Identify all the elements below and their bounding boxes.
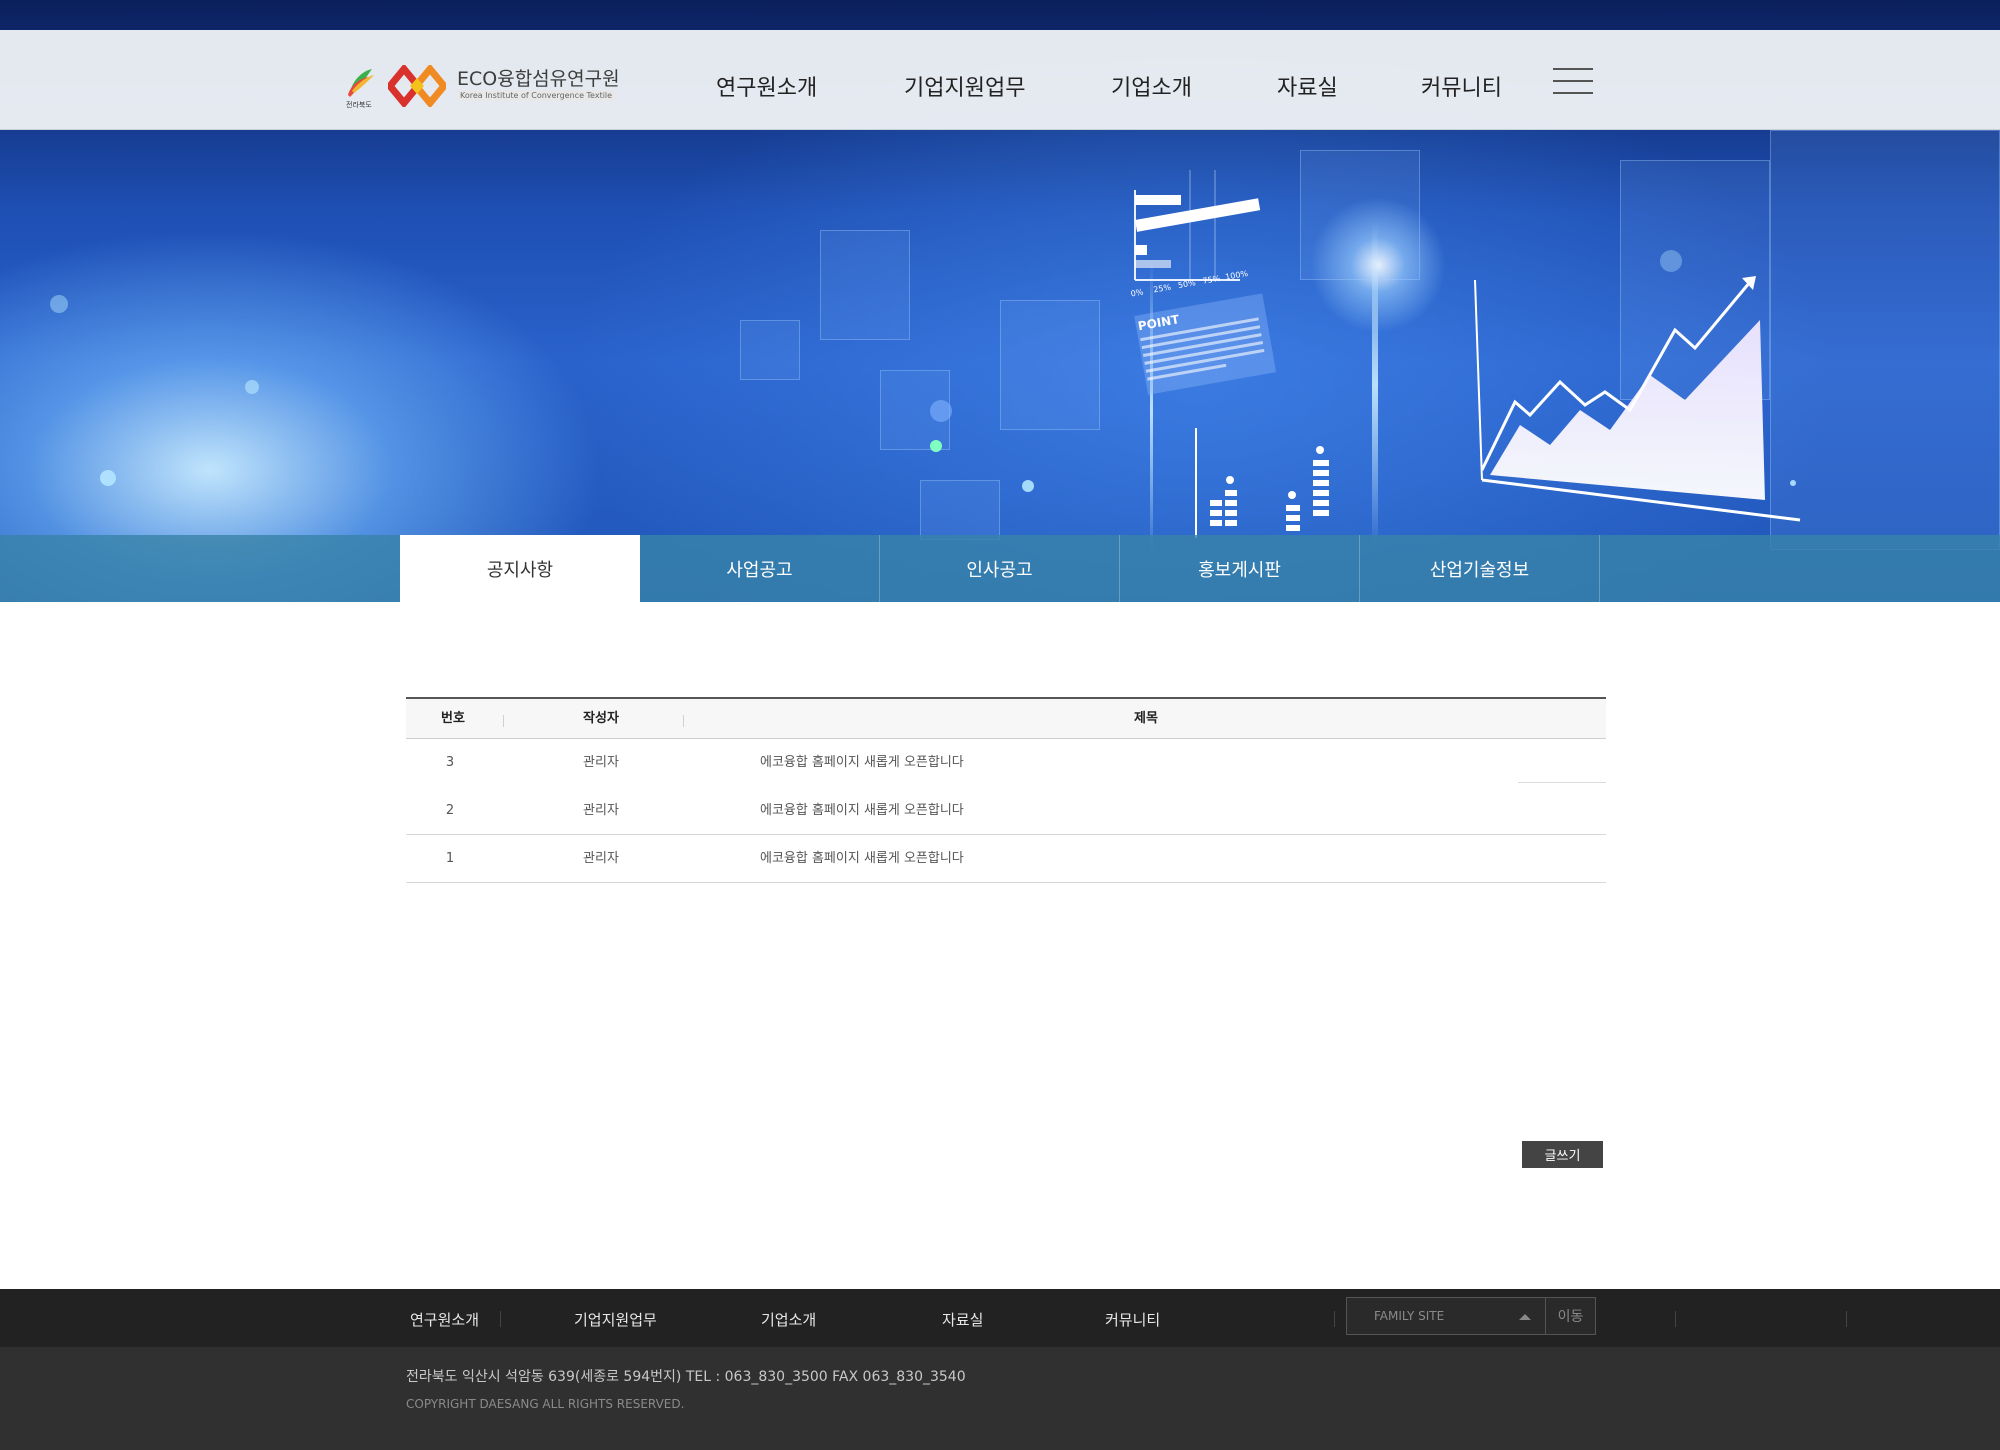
- footer-link-business-support[interactable]: 기업지원업무: [574, 1309, 657, 1330]
- logo-title: ECO융합섬유연구원: [457, 68, 620, 90]
- row-number: 3: [445, 755, 455, 770]
- table-header: 번호 작성자 제목: [406, 697, 1606, 739]
- bokeh-dot: [100, 470, 116, 486]
- footer-link-archive[interactable]: 자료실: [942, 1309, 983, 1330]
- jeonbuk-logo-icon: 전라북도: [346, 69, 374, 109]
- row-divider: [1518, 782, 1606, 783]
- footer-divider: [1334, 1311, 1335, 1327]
- footer-info: 전라북도 익산시 석암동 639(세종로 594번지) TEL : 063_83…: [0, 1347, 2000, 1450]
- family-site-select[interactable]: FAMILY SITE: [1346, 1297, 1546, 1335]
- tab-recruitment[interactable]: 인사공고: [880, 535, 1120, 602]
- tab-business-notice[interactable]: 사업공고: [640, 535, 880, 602]
- footer-divider: [1846, 1311, 1847, 1327]
- tick-0: 0%: [1130, 287, 1144, 298]
- row-title-link[interactable]: 에코융합 홈페이지 새롭게 오픈합니다: [760, 835, 964, 883]
- row-title-link[interactable]: 에코융합 홈페이지 새롭게 오픈합니다: [760, 787, 964, 835]
- logo-subtitle: Korea Institute of Convergence Textile: [457, 90, 616, 101]
- row-number: 2: [445, 803, 455, 818]
- tick-25: 25%: [1153, 282, 1172, 294]
- hero-stacks: [1195, 428, 1329, 538]
- footer-divider: [1675, 1311, 1676, 1327]
- hero-panel: [820, 230, 910, 340]
- bokeh-dot: [930, 400, 952, 422]
- footer-link-community[interactable]: 커뮤니티: [1105, 1309, 1160, 1330]
- footer-link-company[interactable]: 기업소개: [761, 1309, 816, 1330]
- family-site-label: FAMILY SITE: [1374, 1309, 1445, 1323]
- bokeh-dot: [245, 380, 259, 394]
- top-navigation-bar: 전라북도 ECO융합섬유연구원 Korea Institute of Conve…: [0, 30, 2000, 130]
- site-logo[interactable]: 전라북도 ECO융합섬유연구원 Korea Institute of Conve…: [344, 63, 620, 109]
- table-row[interactable]: 2 관리자 에코융합 홈페이지 새롭게 오픈합니다: [406, 787, 1606, 835]
- header-title: 제목: [1134, 711, 1158, 726]
- footer-divider: [500, 1311, 501, 1327]
- footer-copyright: COPYRIGHT DAESANG ALL RIGHTS RESERVED.: [406, 1397, 685, 1411]
- row-title-link[interactable]: 에코융합 홈페이지 새롭게 오픈합니다: [760, 739, 964, 787]
- tick-75: 75%: [1202, 274, 1221, 286]
- bokeh-dot: [50, 295, 68, 313]
- bokeh-dot: [930, 440, 942, 452]
- header-writer: 작성자: [583, 711, 619, 726]
- bokeh-dot: [1022, 480, 1034, 492]
- tab-notice[interactable]: 공지사항: [400, 535, 640, 602]
- hero-point-card: POINT: [1134, 293, 1277, 395]
- footer-address: 전라북도 익산시 석암동 639(세종로 594번지) TEL : 063_83…: [406, 1369, 966, 1385]
- menu-item-archive[interactable]: 자료실: [1277, 70, 1338, 102]
- notice-board-table: 번호 작성자 제목 3 관리자 에코융합 홈페이지 새롭게 오픈합니다 2 관리…: [406, 697, 1606, 883]
- footer-link-about[interactable]: 연구원소개: [410, 1309, 479, 1330]
- row-writer: 관리자: [583, 803, 619, 818]
- menu-item-company[interactable]: 기업소개: [1111, 70, 1192, 102]
- write-button[interactable]: 글쓰기: [1522, 1141, 1603, 1168]
- row-writer: 관리자: [583, 851, 619, 866]
- hero-bar-chart: [1134, 170, 1261, 281]
- caret-up-icon: [1519, 1314, 1531, 1320]
- header-divider: [503, 715, 504, 727]
- tick-50: 50%: [1177, 278, 1196, 290]
- footer-navigation: 연구원소개 기업지원업무 기업소개 자료실 커뮤니티 FAMILY SITE 이…: [0, 1289, 2000, 1347]
- hero-panel: [920, 480, 1000, 540]
- menu-item-community[interactable]: 커뮤니티: [1421, 70, 1502, 102]
- eco-logo-mark-icon: [388, 65, 446, 107]
- row-writer: 관리자: [583, 755, 619, 770]
- hero-panel: [1000, 300, 1100, 430]
- hamburger-menu-icon[interactable]: [1553, 66, 1593, 96]
- table-row[interactable]: 1 관리자 에코융합 홈페이지 새롭게 오픈합니다: [406, 835, 1606, 883]
- hero-infographic: 0% 25% 50% 75% 100% POINT: [1130, 170, 1801, 538]
- logo-region-label: 전라북도: [346, 100, 372, 109]
- menu-item-about[interactable]: 연구원소개: [716, 70, 817, 102]
- header-divider: [683, 715, 684, 727]
- menu-item-business-support[interactable]: 기업지원업무: [904, 70, 1025, 102]
- tab-industry-tech-info[interactable]: 산업기술정보: [1360, 535, 1600, 602]
- hero-panel: [740, 320, 800, 380]
- tab-promotion[interactable]: 홍보게시판: [1120, 535, 1360, 602]
- table-row[interactable]: 3 관리자 에코융합 홈페이지 새롭게 오픈합니다: [406, 739, 1606, 787]
- family-site-go-button[interactable]: 이동: [1545, 1297, 1596, 1335]
- tick-100: 100%: [1225, 269, 1249, 282]
- header-number: 번호: [441, 711, 465, 726]
- hero-line-chart: [1474, 276, 1801, 522]
- row-number: 1: [445, 851, 455, 866]
